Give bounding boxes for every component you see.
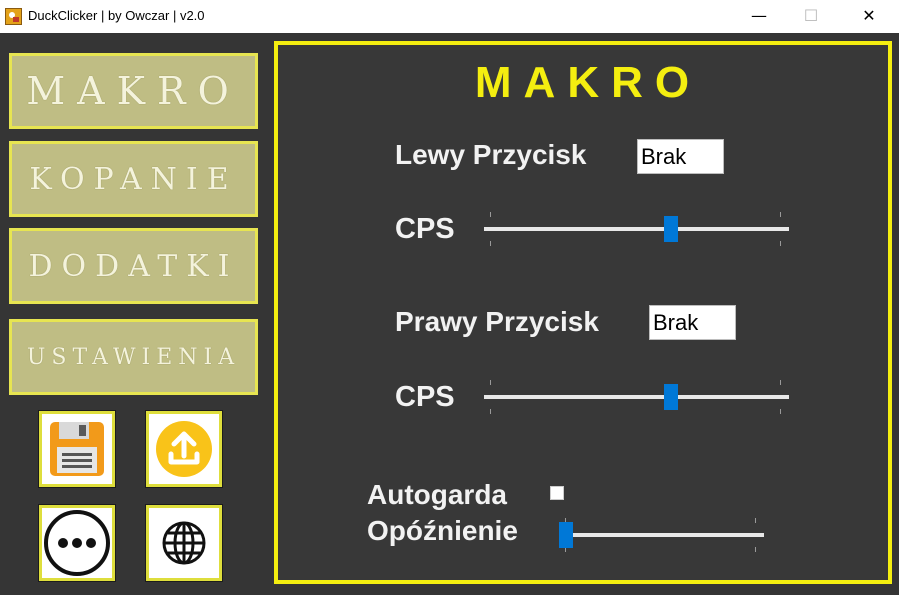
slider-tick	[780, 409, 781, 414]
upload-button[interactable]	[146, 411, 222, 487]
slider-tick	[755, 547, 756, 552]
nav-makro-button[interactable]: MAKRO	[9, 53, 258, 129]
autogarda-checkbox[interactable]	[550, 486, 564, 500]
nav-dodatki-button[interactable]: DODATKI	[9, 228, 258, 304]
left-cps-slider[interactable]	[484, 212, 789, 246]
right-cps-slider[interactable]	[484, 380, 789, 414]
slider-tick	[490, 212, 491, 217]
maximize-button[interactable]: ☐	[788, 0, 834, 33]
left-button-key-field[interactable]: Brak	[637, 139, 724, 174]
window-title: DuckClicker | by Owczar | v2.0	[28, 8, 205, 23]
slider-thumb[interactable]	[559, 522, 573, 548]
slider-tick	[490, 409, 491, 414]
title-bar: DuckClicker | by Owczar | v2.0 — ☐ ✕	[0, 0, 899, 33]
slider-tick	[490, 380, 491, 385]
upload-icon	[156, 421, 212, 477]
slider-tick	[490, 241, 491, 246]
left-button-label: Lewy Przycisk	[395, 139, 587, 170]
right-button-label: Prawy Przycisk	[395, 306, 599, 337]
nav-ustawienia-button[interactable]: USTAWIENIA	[9, 319, 258, 395]
right-cps-label: CPS	[395, 381, 455, 413]
slider-track	[484, 227, 789, 231]
right-button-key-field[interactable]: Brak	[649, 305, 736, 340]
web-button[interactable]	[146, 505, 222, 581]
slider-thumb[interactable]	[664, 384, 679, 410]
nav-kopanie-button[interactable]: KOPANIE	[9, 141, 258, 217]
slider-thumb[interactable]	[664, 216, 679, 242]
slider-tick	[755, 518, 756, 523]
slider-tick	[780, 380, 781, 385]
slider-tick	[780, 241, 781, 246]
slider-tick	[780, 212, 781, 217]
more-button[interactable]	[39, 505, 115, 581]
left-cps-label: CPS	[395, 213, 455, 245]
close-button[interactable]: ✕	[846, 0, 892, 33]
more-icon	[44, 510, 110, 576]
autogarda-label: Autogarda	[367, 479, 507, 510]
sidebar: MAKRO KOPANIE DODATKI USTAWIENIA	[0, 33, 266, 595]
slider-track	[484, 395, 789, 399]
globe-icon	[162, 521, 206, 565]
page-title: MAKRO	[474, 58, 702, 107]
app-duck-icon	[5, 8, 22, 25]
slider-track	[559, 533, 764, 537]
delay-label: Opóźnienie	[367, 515, 518, 546]
save-button[interactable]	[39, 411, 115, 487]
delay-slider[interactable]	[559, 518, 764, 552]
floppy-save-icon	[50, 422, 104, 476]
minimize-button[interactable]: —	[736, 0, 782, 33]
